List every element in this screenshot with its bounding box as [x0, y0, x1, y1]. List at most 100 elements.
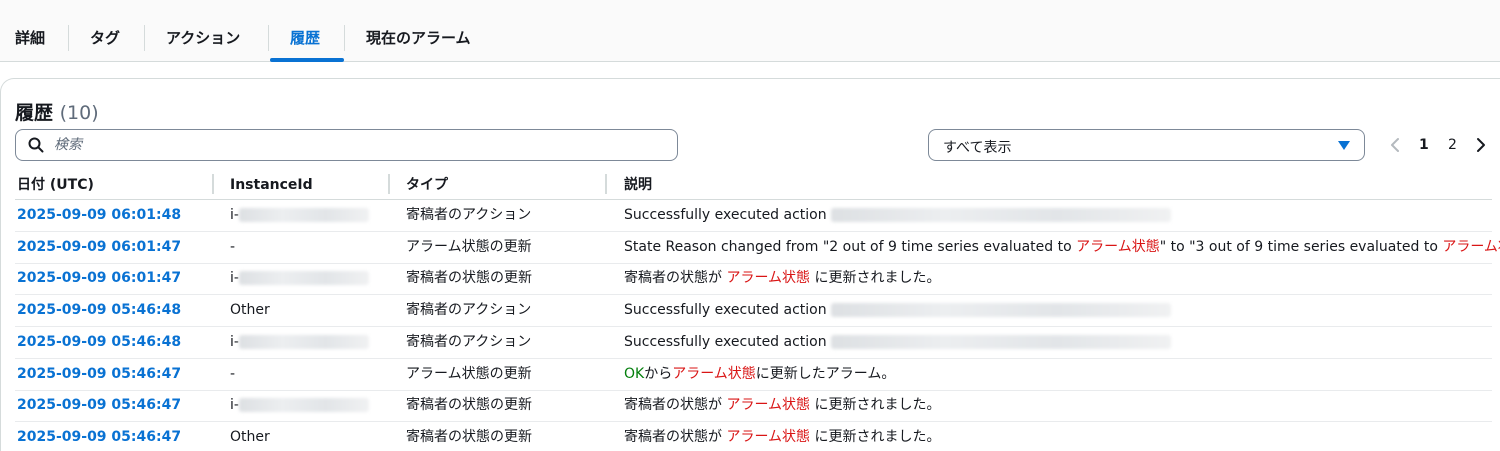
instance-id-cell: - — [230, 232, 235, 263]
instance-id-cell: i- — [230, 327, 369, 358]
description-text: に更新されました。 — [810, 397, 941, 414]
date-link[interactable]: 2025-09-09 06:01:47 — [17, 232, 181, 263]
type-cell: 寄稿者の状態の更新 — [406, 270, 532, 287]
description-cell: 寄稿者の状態が アラーム状態 に更新されました。 — [624, 390, 941, 421]
section-title-text: 履歴 — [15, 102, 54, 124]
instance-id: Other — [230, 428, 270, 445]
column-header-type[interactable]: タイプ — [406, 174, 448, 196]
table-row: 2025-09-09 05:46:47 Other 寄稿者の状態の更新 寄稿者の状態が… — [15, 422, 1492, 451]
description-text: Successfully executed action — [624, 333, 832, 350]
tab-tags[interactable]: タグ — [90, 18, 120, 58]
redacted-action-arn — [831, 303, 1172, 318]
column-header-instance[interactable]: InstanceId — [230, 174, 313, 196]
description-cell: OKからアラーム状態に更新したアラーム。 — [624, 359, 895, 390]
tab-current-alarms[interactable]: 現在のアラーム — [366, 18, 471, 58]
history-count: (10) — [59, 102, 99, 124]
description-text: Successfully executed action — [624, 302, 832, 319]
description-cell: Successfully executed action — [624, 327, 1172, 358]
description-text: " to "3 out of 9 time series evaluated t… — [1159, 238, 1443, 255]
column-header-description[interactable]: 説明 — [624, 174, 652, 196]
description-text: State Reason changed from "2 out of 9 ti… — [624, 238, 1077, 255]
tab-divider — [144, 25, 145, 51]
description-text: に更新されました。 — [810, 428, 941, 445]
column-resizer[interactable] — [605, 174, 607, 194]
type-cell: アラーム状態の更新 — [406, 238, 532, 255]
search-box[interactable] — [15, 129, 678, 161]
redacted-instance-id — [238, 271, 369, 286]
tab-divider — [68, 25, 69, 51]
instance-id: - — [230, 365, 236, 382]
description-text: Successfully executed action — [624, 207, 832, 223]
search-icon — [28, 137, 44, 153]
instance-id: i- — [230, 207, 239, 223]
caret-down-icon — [1338, 141, 1350, 150]
redacted-instance-id — [238, 398, 369, 413]
description-text: アラーム状態 — [726, 397, 811, 414]
table-row: 2025-09-09 05:46:48 i- 寄稿者のアクション Successful… — [15, 327, 1492, 359]
instance-id-cell: i- — [230, 200, 369, 231]
page-1-button[interactable]: 1 — [1419, 133, 1429, 157]
column-header-date[interactable]: 日付 (UTC) — [17, 174, 94, 196]
description-text: アラーム状態 — [672, 365, 756, 382]
type-cell: 寄稿者の状態の更新 — [406, 428, 532, 445]
table-row: 2025-09-09 05:46:48 Other 寄稿者のアクション Success… — [15, 295, 1492, 328]
description-text: アラーム状態 — [726, 270, 811, 287]
description-text: アラーム状態 — [1076, 238, 1160, 255]
description-text: アラーム状態 — [726, 428, 811, 445]
instance-id: i- — [230, 270, 239, 287]
description-text: 寄稿者の状態が — [624, 270, 727, 287]
description-text: 寄稿者の状態が — [624, 397, 727, 414]
instance-id: i- — [230, 397, 239, 414]
type-cell: 寄稿者の状態の更新 — [406, 397, 532, 414]
tab-details[interactable]: 詳細 — [15, 18, 45, 58]
chevron-left-icon[interactable] — [1388, 133, 1402, 157]
date-link[interactable]: 2025-09-09 05:46:48 — [17, 327, 181, 358]
description-text: 寄稿者の状態が — [624, 428, 727, 445]
tab-bar: 詳細 タグ アクション 履歴 現在のアラーム — [0, 0, 1500, 62]
description-text: アラーム状態 — [1442, 238, 1500, 255]
instance-id-cell: - — [230, 359, 235, 390]
instance-id: i- — [230, 333, 239, 350]
date-link[interactable]: 2025-09-09 05:46:48 — [17, 295, 181, 326]
tab-divider — [344, 25, 345, 51]
redacted-action-arn — [831, 334, 1172, 349]
description-cell: Successfully executed action — [624, 295, 1172, 326]
description-text: から — [644, 365, 673, 382]
table-row: 2025-09-09 05:46:47 i- 寄稿者の状態の更新 寄稿者の状態が アラ… — [15, 390, 1492, 423]
tab-actions[interactable]: アクション — [166, 18, 240, 58]
redacted-instance-id — [238, 334, 369, 349]
table-row: 2025-09-09 05:46:47 - アラーム状態の更新 OKからアラーム状態に… — [15, 359, 1492, 391]
section-title: 履歴 (10) — [15, 98, 99, 125]
chevron-right-icon[interactable] — [1474, 133, 1488, 157]
description-text: に更新されました。 — [810, 270, 941, 287]
page-2-button[interactable]: 2 — [1448, 133, 1457, 157]
table-row: 2025-09-09 06:01:47 - アラーム状態の更新 State Reaso… — [15, 232, 1500, 264]
date-link[interactable]: 2025-09-09 05:46:47 — [17, 422, 181, 451]
filter-select[interactable]: すべて表示 — [928, 129, 1365, 161]
type-cell: アラーム状態の更新 — [406, 365, 532, 382]
type-cell: 寄稿者のアクション — [406, 333, 532, 350]
redacted-action-arn — [831, 208, 1172, 222]
tab-divider — [268, 25, 269, 51]
table-row: 2025-09-09 06:01:47 i- 寄稿者の状態の更新 寄稿者の状態が アラ… — [15, 263, 1492, 296]
table-row: 2025-09-09 06:01:48 i- 寄稿者のアクション Successful… — [15, 200, 1492, 232]
date-link[interactable]: 2025-09-09 05:46:47 — [17, 359, 181, 390]
type-cell: 寄稿者のアクション — [406, 302, 532, 319]
instance-id-cell: i- — [230, 390, 369, 421]
date-link[interactable]: 2025-09-09 06:01:47 — [17, 263, 181, 294]
date-link[interactable]: 2025-09-09 05:46:47 — [17, 390, 181, 421]
instance-id: Other — [230, 302, 270, 319]
date-link[interactable]: 2025-09-09 06:01:48 — [17, 200, 181, 231]
search-input[interactable] — [54, 135, 654, 155]
description-cell: Successfully executed action — [624, 200, 1172, 231]
instance-id: - — [230, 238, 236, 255]
description-cell: 寄稿者の状態が アラーム状態 に更新されました。 — [624, 263, 941, 294]
description-cell: 寄稿者の状態が アラーム状態 に更新されました。 — [624, 422, 941, 451]
type-cell: 寄稿者のアクション — [406, 207, 532, 223]
instance-id-cell: Other — [230, 295, 270, 326]
instance-id-cell: Other — [230, 422, 270, 451]
column-resizer[interactable] — [388, 174, 390, 194]
tab-history[interactable]: 履歴 — [290, 18, 320, 58]
filter-select-value: すべて表示 — [943, 140, 1012, 156]
column-resizer[interactable] — [212, 174, 214, 194]
